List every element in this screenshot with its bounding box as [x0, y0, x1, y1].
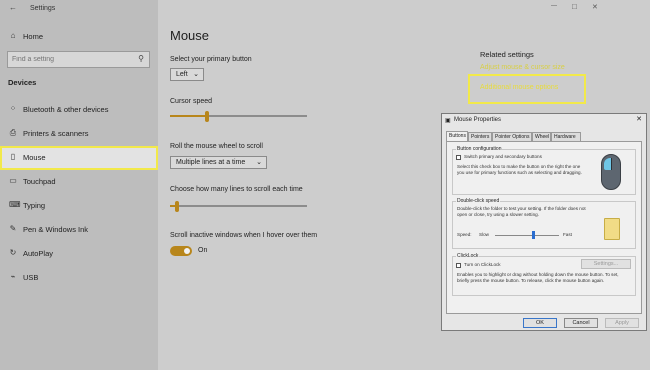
sidebar: ← Settings ⌂ Home ⚲ Devices ⁘ Bluetooth … [0, 0, 158, 370]
mouse-icon: ▯ [10, 152, 16, 161]
page-title: Mouse [170, 28, 210, 43]
checkbox-label: Turn on ClickLock [464, 262, 501, 267]
sidebar-item-label: Bluetooth & other devices [23, 105, 109, 114]
sidebar-item-label: Pen & Windows Ink [23, 225, 89, 234]
mouse-properties-dialog: ▣ Mouse Properties ✕ Buttons Pointers Po… [441, 113, 647, 331]
wheel-scroll-dropdown[interactable]: Multiple lines at a time ⌄ [170, 156, 267, 169]
autoplay-icon: ↻ [9, 248, 17, 257]
search-box[interactable]: ⚲ [7, 51, 150, 68]
button-config-group: Button configuration Switch primary and … [452, 146, 636, 195]
dialog-title: Mouse Properties [454, 117, 502, 123]
dropdown-value: Left [176, 71, 188, 78]
switch-buttons-checkbox[interactable] [456, 155, 461, 160]
sidebar-item-home[interactable]: ⌂ Home [0, 25, 158, 49]
double-click-track[interactable] [495, 235, 559, 236]
tab-pointers[interactable]: Pointers [468, 132, 492, 141]
cursor-speed-thumb[interactable] [204, 111, 209, 122]
sidebar-item-label: Mouse [23, 153, 46, 162]
sidebar-item-label: USB [23, 273, 39, 282]
group-description: Double-click the folder to test your set… [457, 206, 586, 217]
maximize-button[interactable]: □ [572, 2, 577, 11]
clicklock-group: ClickLock Turn on ClickLock Settings... … [452, 253, 636, 296]
usb-icon: ⌁ [10, 272, 16, 281]
lines-scroll-thumb[interactable] [174, 201, 179, 212]
dropdown-value: Multiple lines at a time [176, 159, 246, 166]
group-description: Enables you to highlight or drag without… [457, 272, 619, 283]
related-settings-title: Related settings [480, 50, 534, 59]
inactive-scroll-label: Scroll inactive windows when I hover ove… [170, 232, 318, 239]
dialog-icon: ▣ [445, 118, 451, 124]
pen-icon: ✎ [9, 224, 17, 233]
lines-scroll-track[interactable] [170, 205, 307, 207]
tab-wheel[interactable]: Wheel [532, 132, 551, 141]
sidebar-item-mouse[interactable]: ▯ Mouse [0, 146, 158, 170]
sidebar-item-label: AutoPlay [23, 249, 54, 258]
bluetooth-icon: ⁘ [9, 104, 17, 113]
primary-button-dropdown[interactable]: Left ⌄ [170, 68, 204, 81]
group-description: Select this check box to make the button… [457, 164, 582, 175]
group-title: ClickLock [456, 253, 480, 259]
sidebar-item-label: Home [23, 32, 44, 41]
sidebar-item-label: Touchpad [23, 177, 56, 186]
sidebar-item-label: Typing [23, 201, 46, 210]
inactive-scroll-toggle[interactable] [170, 246, 192, 256]
sidebar-item-pen[interactable]: ✎ Pen & Windows Ink [0, 218, 158, 242]
double-click-group: Double-click speed Double-click the fold… [452, 198, 636, 249]
sidebar-item-label: Printers & scanners [23, 129, 89, 138]
cursor-speed-fill [170, 115, 207, 117]
minimize-button[interactable]: — [551, 3, 557, 9]
sidebar-item-bluetooth[interactable]: ⁘ Bluetooth & other devices [0, 98, 158, 122]
keyboard-icon: ⌨ [9, 200, 21, 209]
additional-options-highlight [468, 74, 586, 104]
close-icon[interactable]: ✕ [636, 115, 642, 123]
folder-icon[interactable] [604, 218, 620, 240]
mouse-illustration-icon [601, 154, 621, 190]
home-icon: ⌂ [10, 31, 16, 40]
back-icon[interactable]: ← [9, 3, 17, 12]
cancel-button[interactable]: Cancel [564, 318, 598, 328]
slow-label: Slow [479, 232, 489, 237]
buttons-tab-panel: Button configuration Switch primary and … [446, 141, 642, 314]
cursor-speed-label: Cursor speed [170, 98, 213, 105]
chevron-down-icon: ⌄ [193, 71, 199, 78]
double-click-thumb[interactable] [532, 231, 536, 239]
fast-label: Fast [563, 232, 572, 237]
tab-hardware[interactable]: Hardware [551, 132, 581, 141]
clicklock-settings-button[interactable]: Settings... [581, 259, 631, 269]
printer-icon: ⎙ [9, 128, 17, 137]
apply-button[interactable]: Apply [605, 318, 639, 328]
close-button[interactable]: ✕ [592, 3, 598, 11]
sidebar-item-touchpad[interactable]: ▭ Touchpad [0, 170, 158, 194]
search-input[interactable] [12, 54, 132, 65]
sidebar-item-autoplay[interactable]: ↻ AutoPlay [0, 242, 158, 266]
checkbox-label: Switch primary and secondary buttons [464, 154, 542, 159]
ok-button[interactable]: OK [523, 318, 557, 328]
lines-scroll-label: Choose how many lines to scroll each tim… [170, 186, 303, 193]
tab-buttons[interactable]: Buttons [446, 131, 468, 141]
speed-label: Speed: [457, 232, 472, 237]
clicklock-checkbox[interactable] [456, 263, 461, 268]
touchpad-icon: ▭ [9, 176, 17, 185]
toggle-knob [184, 248, 190, 254]
group-title: Double-click speed [456, 198, 501, 204]
sidebar-item-typing[interactable]: ⌨ Typing [0, 194, 158, 218]
primary-button-label: Select your primary button [170, 56, 252, 63]
inactive-scroll-state: On [198, 247, 208, 254]
window-title: Settings [30, 5, 56, 12]
tab-pointer-options[interactable]: Pointer Options [492, 132, 532, 141]
sidebar-item-usb[interactable]: ⌁ USB [0, 266, 158, 290]
wheel-scroll-label: Roll the mouse wheel to scroll [170, 143, 263, 150]
link-adjust-cursor[interactable]: Adjust mouse & cursor size [480, 64, 565, 71]
sidebar-item-printers[interactable]: ⎙ Printers & scanners [0, 122, 158, 146]
sidebar-section-title: Devices [8, 78, 37, 87]
group-title: Button configuration [456, 146, 503, 152]
search-icon[interactable]: ⚲ [138, 54, 144, 63]
chevron-down-icon: ⌄ [256, 159, 262, 166]
